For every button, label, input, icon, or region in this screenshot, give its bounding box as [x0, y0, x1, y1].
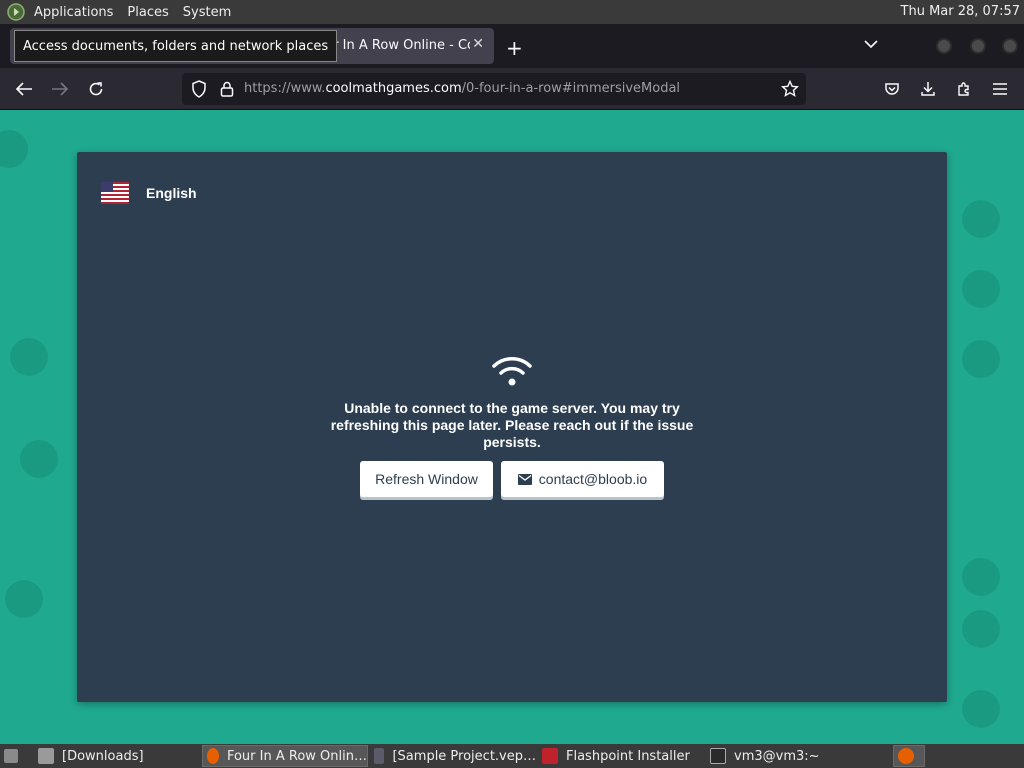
clock[interactable]: Thu Mar 28, 07:57 — [901, 4, 1020, 19]
contact-email-button[interactable]: contact@bloob.io — [501, 461, 664, 497]
extensions-icon[interactable] — [953, 78, 975, 100]
back-arrow-icon[interactable] — [13, 78, 35, 100]
taskbar: [Downloads] Four In A Row Onlin… [Sample… — [0, 744, 1024, 768]
menu-applications[interactable]: Applications — [34, 5, 113, 20]
background-dot — [0, 130, 28, 168]
forward-arrow-icon[interactable] — [49, 78, 71, 100]
show-desktop-icon[interactable] — [0, 745, 26, 767]
folder-icon — [38, 748, 54, 764]
us-flag-icon — [101, 182, 129, 204]
shield-icon[interactable] — [188, 78, 210, 100]
editor-icon — [374, 748, 385, 764]
background-dot — [962, 270, 1000, 308]
menu-hamburger-icon[interactable] — [989, 78, 1011, 100]
minimize-window-icon[interactable] — [936, 38, 952, 54]
menu-places[interactable]: Places — [127, 5, 168, 20]
os-logo-icon[interactable] — [6, 2, 26, 22]
refresh-window-button[interactable]: Refresh Window — [360, 461, 493, 497]
background-dot — [962, 340, 1000, 378]
taskbar-item-sample-project[interactable]: [Sample Project.vep… — [370, 745, 536, 767]
url-text: https://www.coolmathgames.com/0-four-in-… — [244, 81, 681, 96]
maximize-window-icon[interactable] — [970, 38, 986, 54]
contact-button-label: contact@bloob.io — [538, 471, 648, 487]
downloads-icon[interactable] — [917, 78, 939, 100]
url-bar[interactable]: https://www.coolmathgames.com/0-four-in-… — [182, 73, 806, 105]
top-panel: Applications Places System Thu Mar 28, 0… — [0, 0, 1024, 24]
background-dot — [962, 200, 1000, 238]
envelope-icon — [517, 473, 532, 485]
taskbar-item-terminal[interactable]: vm3@vm3:~ — [706, 745, 872, 767]
language-selector[interactable]: English — [101, 182, 197, 204]
reload-icon[interactable] — [85, 78, 107, 100]
flashpoint-icon — [542, 748, 558, 764]
workspace-switcher[interactable] — [893, 745, 925, 767]
language-label: English — [146, 185, 197, 201]
game-page: English Unable to connect to the game se… — [0, 110, 1024, 744]
background-dot — [10, 338, 48, 376]
lock-icon[interactable] — [216, 78, 238, 100]
background-dot — [20, 440, 58, 478]
firefox-icon — [898, 748, 914, 764]
nav-bar: https://www.coolmathgames.com/0-four-in-… — [0, 68, 1024, 110]
error-message: Unable to connect to the game server. Yo… — [330, 400, 694, 450]
terminal-icon — [710, 748, 726, 764]
connection-error-modal: English Unable to connect to the game se… — [77, 152, 947, 702]
wifi-icon — [492, 357, 532, 386]
tab-close-icon[interactable]: ✕ — [472, 36, 484, 52]
taskbar-item-flashpoint[interactable]: Flashpoint Installer — [538, 745, 704, 767]
pocket-icon[interactable] — [881, 78, 903, 100]
background-dot — [5, 580, 43, 618]
bookmark-star-icon[interactable] — [779, 78, 801, 100]
background-dot — [962, 558, 1000, 596]
close-window-icon[interactable] — [1002, 38, 1018, 54]
desktop-icon — [4, 749, 18, 763]
taskbar-item-firefox[interactable]: Four In A Row Onlin… — [202, 745, 368, 767]
chevron-down-icon[interactable] — [864, 38, 878, 52]
refresh-button-label: Refresh Window — [375, 471, 478, 487]
new-tab-icon[interactable]: + — [506, 36, 523, 60]
background-dot — [962, 610, 1000, 648]
background-dot — [962, 690, 1000, 728]
taskbar-item-downloads[interactable]: [Downloads] — [34, 745, 200, 767]
places-tooltip: Access documents, folders and network pl… — [14, 30, 338, 62]
menu-system[interactable]: System — [183, 5, 231, 20]
firefox-icon — [207, 748, 219, 764]
